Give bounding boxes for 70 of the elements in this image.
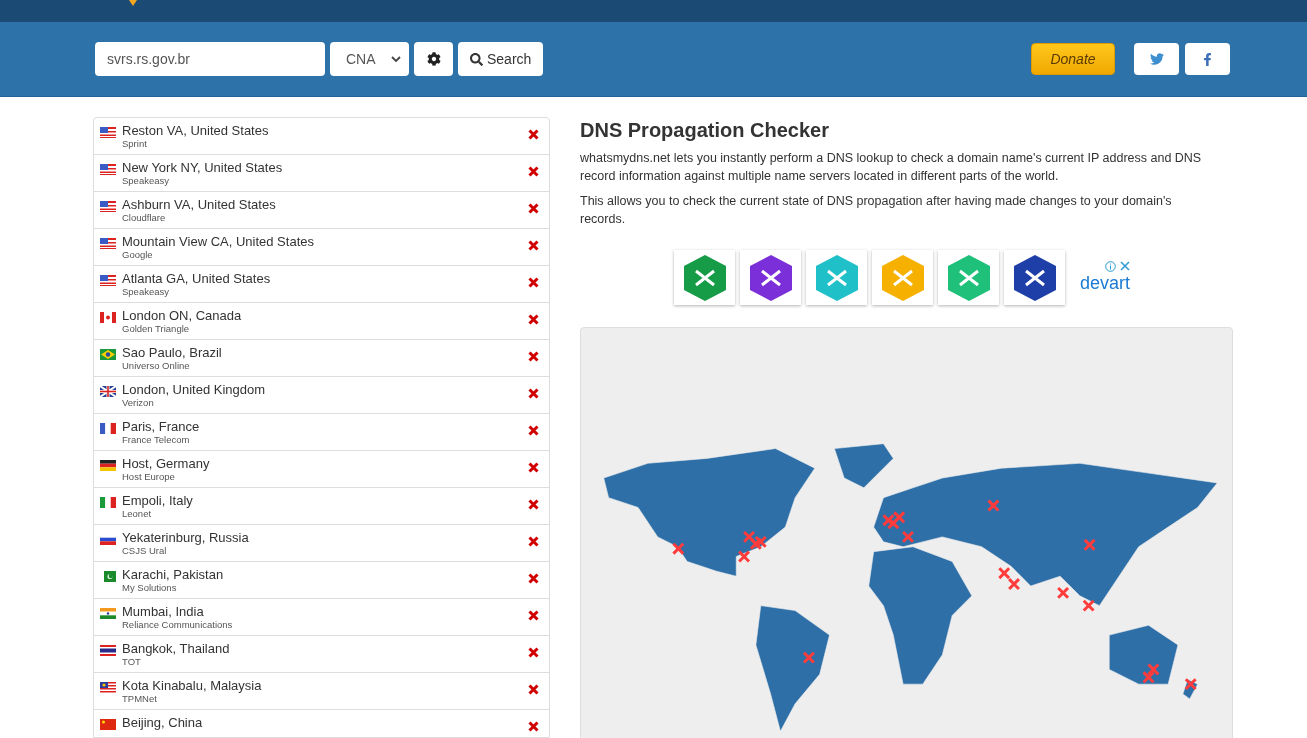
location-text: Atlanta GA, United States: [122, 271, 272, 286]
flag-icon: [100, 608, 116, 619]
flag-icon: [100, 201, 116, 212]
provider-text: Host Europe: [122, 471, 176, 483]
info-icon[interactable]: [1105, 261, 1117, 272]
provider-text: Golden Triangle: [122, 323, 191, 335]
provider-text: TPMNet: [122, 693, 158, 705]
location-text: Host, Germany: [122, 456, 211, 471]
provider-text: Universo Online: [122, 360, 191, 372]
location-text: Kota Kinabalu, Malaysia: [122, 678, 263, 693]
location-text: Paris, France: [122, 419, 201, 434]
provider-text: CSJS Ural: [122, 545, 168, 557]
location-text: London, United Kingdom: [122, 382, 267, 397]
flag-icon: [100, 275, 116, 286]
provider-text: Verizon: [122, 397, 155, 409]
logo-icon: [129, 0, 137, 6]
ad-brand-text[interactable]: devart: [1080, 272, 1131, 294]
location-text: Yekaterinburg, Russia: [122, 530, 250, 545]
flag-icon: [100, 386, 116, 397]
close-icon[interactable]: [1120, 261, 1131, 271]
flag-icon: [100, 312, 116, 323]
location-text: Empoli, Italy: [122, 493, 194, 508]
flag-icon: [100, 423, 116, 434]
chevron-down-icon: [391, 55, 401, 63]
flag-icon: [100, 460, 116, 471]
facebook-button[interactable]: [1185, 43, 1230, 75]
search-button[interactable]: Search: [458, 42, 544, 76]
page-heading: DNS Propagation Checker: [580, 118, 830, 142]
flag-icon: [100, 127, 116, 138]
flag-icon: [100, 645, 116, 656]
flag-icon: [100, 571, 116, 582]
domain-input-field[interactable]: svrs.rs.gov.br: [95, 42, 325, 76]
flag-icon: [100, 349, 116, 360]
provider-text: Speakeasy: [122, 286, 170, 298]
provider-text: Sprint: [122, 138, 148, 150]
product-ad-icon[interactable]: [740, 250, 801, 305]
provider-text: TOT: [122, 656, 142, 668]
provider-text: Speakeasy: [122, 175, 170, 187]
provider-text: My Solutions: [122, 582, 178, 594]
product-ad-icon[interactable]: [1004, 250, 1065, 305]
provider-text: Cloudflare: [122, 212, 167, 224]
location-text: London ON, Canada: [122, 308, 243, 323]
location-text: Mountain View CA, United States: [122, 234, 315, 249]
provider-text: Reliance Communications: [122, 619, 234, 631]
location-text: Reston VA, United States: [122, 123, 270, 138]
record-type-select[interactable]: CNA: [330, 42, 409, 76]
flag-icon: [100, 164, 116, 175]
location-text: New York NY, United States: [122, 160, 284, 175]
settings-icon: [426, 52, 441, 66]
donate-button[interactable]: Donate: [1031, 43, 1115, 75]
location-text: Beijing, China: [122, 715, 204, 730]
bird-icon: [1149, 52, 1164, 66]
provider-text: Leonet: [122, 508, 153, 520]
location-text: Sao Paulo, Brazil: [122, 345, 223, 360]
description-text: This allows you to check the current state of DNS propagation after having made changes to your domain's records.: [580, 193, 1173, 228]
flag-icon: [100, 719, 116, 730]
flag-icon: [100, 682, 116, 693]
location-text: Bangkok, Thailand: [122, 641, 231, 656]
provider-text: France Telecom: [122, 434, 191, 446]
twitter-button[interactable]: [1134, 43, 1179, 75]
location-text: Karachi, Pakistan: [122, 567, 225, 582]
provider-text: Google: [122, 249, 154, 261]
search-icon: [470, 52, 483, 66]
settings-button[interactable]: [414, 42, 453, 76]
location-text: Mumbai, India: [122, 604, 205, 619]
flag-icon: [100, 497, 116, 508]
location-text: Ashburn VA, United States: [122, 197, 277, 212]
flag-icon: [100, 238, 116, 249]
description-text: whatsmydns.net lets you instantly perform a DNS lookup to check a domain name's current IP address and DNS record information against multiple name servers located in different parts of the world.: [580, 150, 1203, 185]
facebook-icon: [1201, 52, 1214, 66]
